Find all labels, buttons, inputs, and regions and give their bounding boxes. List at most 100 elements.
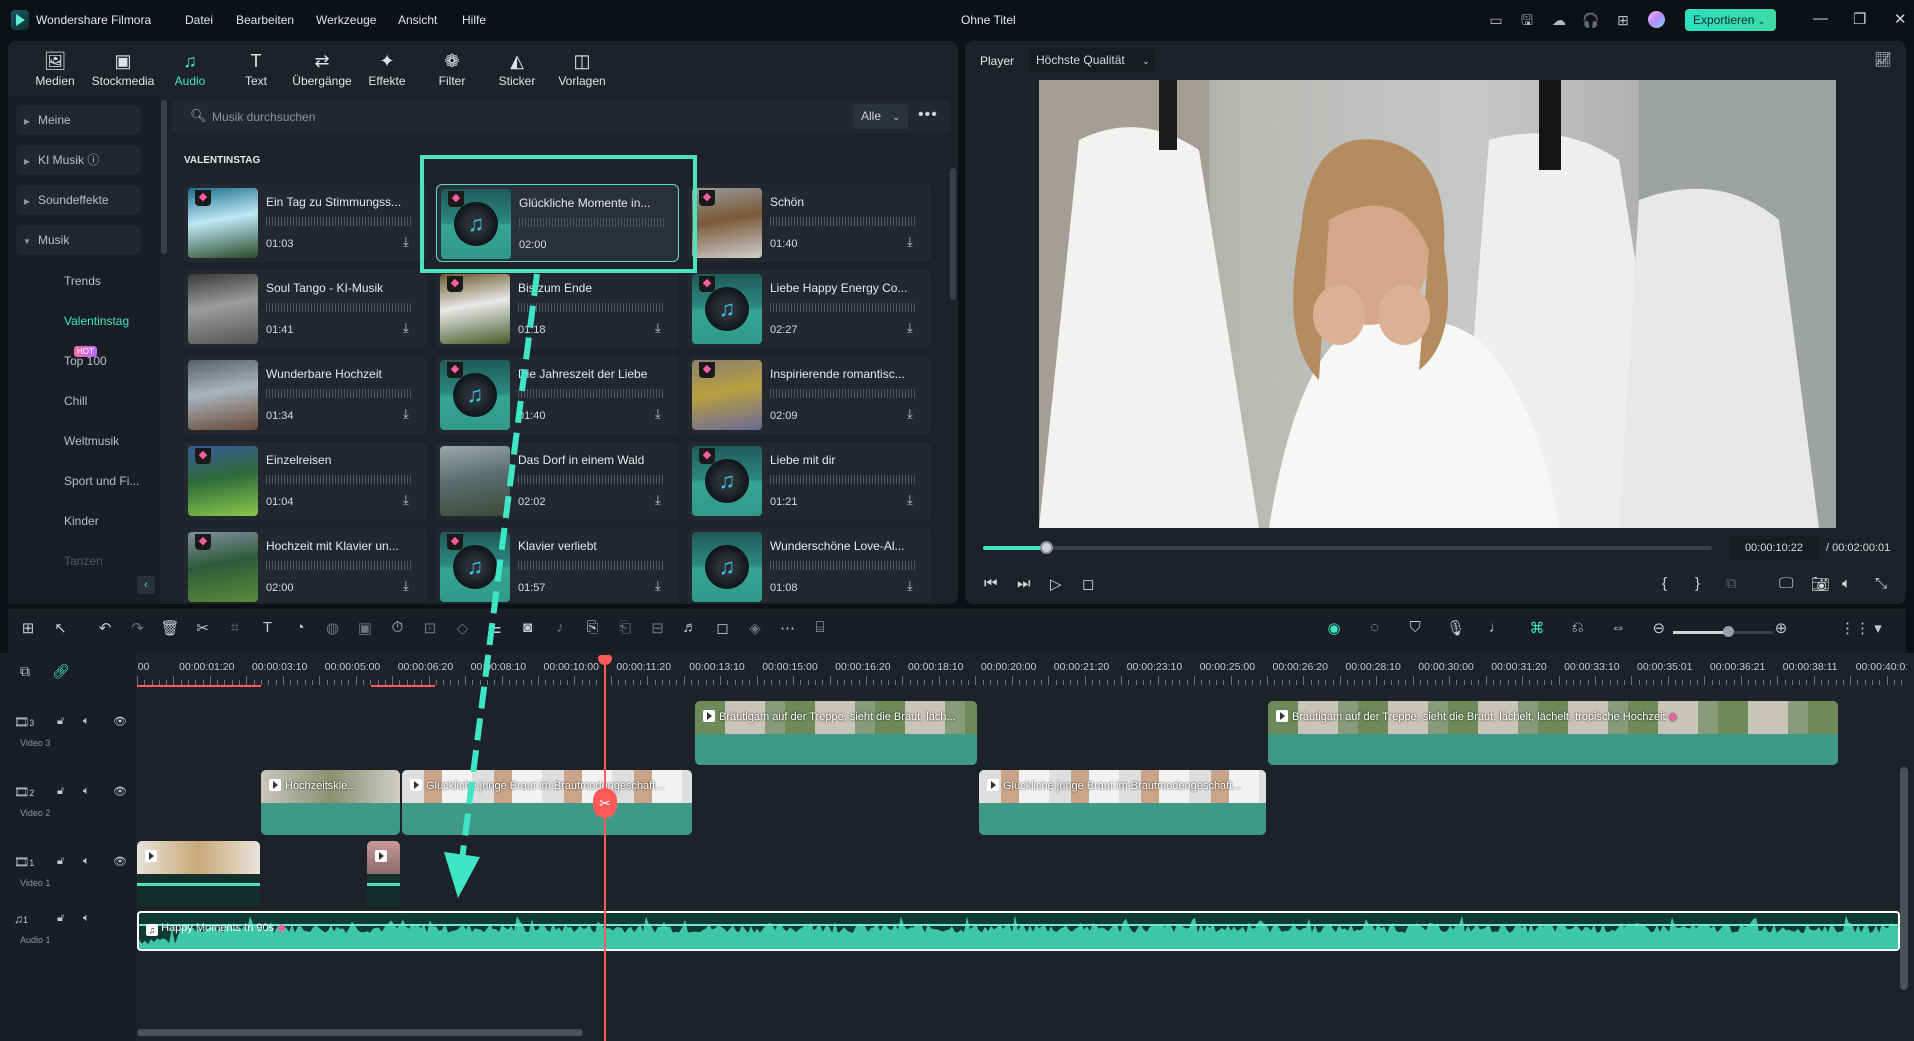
display-settings-icon[interactable]: 🖵︎ xyxy=(1779,575,1793,592)
delete-icon[interactable]: 🗑︎ xyxy=(159,619,181,637)
tab-filter[interactable]: ❁ Filter xyxy=(420,50,484,88)
sidebar-group-1[interactable]: ▶ KI Musik ⓘ xyxy=(16,145,141,175)
headset-icon[interactable]: 🎧 xyxy=(1582,11,1600,29)
menu-werkzeuge[interactable]: Werkzeuge xyxy=(316,13,376,27)
music-card[interactable]: ◆ Inspirierende romantisc... 02:09 ⤓ xyxy=(688,356,931,434)
music-card[interactable]: ◆ Ein Tag zu Stimmungss... 01:03 ⤓ xyxy=(184,184,427,262)
crop-icon[interactable]: ⌗ xyxy=(224,619,246,636)
sidebar-item-4[interactable]: Weltmusik xyxy=(16,426,141,456)
download-icon[interactable]: ⤓ xyxy=(403,406,409,422)
multi-select-icon[interactable]: ⊞ xyxy=(17,619,39,637)
beat-icon[interactable]: ♪ xyxy=(549,619,571,636)
eye-icon[interactable]: 👁︎ xyxy=(113,715,127,728)
music-card[interactable]: Das Dorf in einem Wald 02:02 ⤓ xyxy=(436,442,679,520)
stop-icon[interactable]: ◻ xyxy=(1082,575,1094,593)
music-card[interactable]: ◆ Schön 01:40 ⤓ xyxy=(688,184,931,262)
chevron-down-icon[interactable]: ▾ xyxy=(1867,619,1889,637)
download-icon[interactable]: ⤓ xyxy=(655,492,661,508)
audio-icon[interactable]: ◙ xyxy=(517,619,539,636)
sidebar-item-1[interactable]: ValentinstagHOT xyxy=(16,306,141,358)
download-icon[interactable]: ⤓ xyxy=(907,234,913,250)
music-card[interactable]: Soul Tango - KI-Musik 01:41 ⤓ xyxy=(184,270,427,348)
sidebar-item-6[interactable]: Kinder xyxy=(16,506,141,536)
download-icon[interactable]: ⤓ xyxy=(403,492,409,508)
tab-sticker[interactable]: ◭ Sticker xyxy=(485,50,549,88)
mark-in-icon[interactable]: { xyxy=(1662,575,1667,592)
download-icon[interactable]: ⤓ xyxy=(655,320,661,336)
avatar[interactable] xyxy=(1648,11,1665,28)
download-icon[interactable]: ⤓ xyxy=(907,492,913,508)
tab-medien[interactable]: 🖼︎ Medien xyxy=(23,50,87,88)
zoom-out-icon[interactable]: ⊖ xyxy=(1648,619,1670,637)
music-card[interactable]: ♫ ◆ Liebe Happy Energy Co... 02:27 ⤓ xyxy=(688,270,931,348)
cloud-upload-icon[interactable]: ☁ xyxy=(1550,11,1568,29)
download-icon[interactable]: ⤓ xyxy=(907,320,913,336)
color-icon[interactable]: ◍ xyxy=(322,619,344,637)
text-icon[interactable]: T xyxy=(257,619,279,636)
fit-icon[interactable]: ⇔ xyxy=(1607,619,1629,636)
download-icon[interactable]: ⤓ xyxy=(403,578,409,594)
more-options-icon[interactable]: ••• xyxy=(918,106,938,124)
fullscreen-icon[interactable]: ⤡ xyxy=(1875,575,1887,592)
music-card[interactable]: ◆ Hochzeit mit Klavier un... 02:00 ⤓ xyxy=(184,528,427,602)
sidebar-scrollbar[interactable] xyxy=(161,100,167,254)
smart-cutout-icon[interactable]: ◈ xyxy=(744,619,766,637)
audio-clip[interactable] xyxy=(137,911,1900,951)
time-ruler[interactable]: 00:00:00:00 00:00:01:20 00:00:03:10 00:00:0… xyxy=(137,655,1907,687)
music-card[interactable]: ♫ ◆ Klavier verliebt 01:57 ⤓ xyxy=(436,528,679,602)
freeze-icon[interactable]: ⊡ xyxy=(419,619,441,637)
audio-stretch-icon[interactable]: ♬ xyxy=(679,619,701,636)
more-tools-icon[interactable]: ⋯ xyxy=(777,619,799,637)
sidebar-group-2[interactable]: ▶ Soundeffekte xyxy=(16,185,141,215)
download-icon[interactable]: ⤓ xyxy=(907,406,913,422)
auto-ripple-icon[interactable]: ⎌ xyxy=(1567,619,1589,636)
lock-icon[interactable]: 🔓︎ xyxy=(57,715,64,728)
mute-icon[interactable]: 🔈︎ xyxy=(83,785,90,798)
sidebar-group-3[interactable]: ▼ Musik xyxy=(16,225,141,255)
insert-icon[interactable]: ⧉ xyxy=(1726,575,1737,592)
minimize-button[interactable]: — xyxy=(1813,10,1828,27)
timer-icon[interactable]: ⏱︎ xyxy=(387,619,409,636)
tab-stockmedia[interactable]: ▣ Stockmedia xyxy=(91,50,155,88)
export-button[interactable]: Exportieren ⌄ xyxy=(1685,9,1776,31)
eye-icon[interactable]: 👁︎ xyxy=(113,785,127,798)
cut-icon[interactable]: ✂ xyxy=(192,619,214,637)
play-icon[interactable]: ▷ xyxy=(1050,575,1062,593)
lock-icon[interactable]: 🔓︎ xyxy=(57,912,64,925)
ai-icon[interactable]: ⎗ xyxy=(614,619,636,636)
link-icon[interactable]: 🔗︎ xyxy=(52,663,70,680)
download-icon[interactable]: ⤓ xyxy=(907,578,913,594)
ai-mate-icon[interactable]: ◉ xyxy=(1323,619,1345,637)
speed-icon[interactable]: ◔ xyxy=(289,619,311,636)
pointer-icon[interactable]: ↖ xyxy=(50,619,72,637)
marker-icon[interactable]: ⛉ xyxy=(1404,619,1426,636)
apps-grid-icon[interactable]: ⊞ xyxy=(1614,11,1632,29)
adjust-icon[interactable]: ⚌ xyxy=(484,619,506,637)
layout-grid-icon[interactable]: ⋮⋮ xyxy=(1840,619,1870,637)
menu-bearbeiten[interactable]: Bearbeiten xyxy=(236,13,294,27)
sidebar-item-2[interactable]: Top 100 xyxy=(16,346,141,376)
music-card[interactable]: ◆ Einzelreisen 01:04 ⤓ xyxy=(184,442,427,520)
tab-effekte[interactable]: ✦ Effekte xyxy=(355,50,419,88)
render-preview-icon[interactable]: ◌ xyxy=(1364,619,1386,636)
crop-frame-icon[interactable]: ◻ xyxy=(712,619,734,637)
download-icon[interactable]: ⤓ xyxy=(403,234,409,250)
mark-out-icon[interactable]: } xyxy=(1695,575,1700,592)
download-icon[interactable]: ⤓ xyxy=(655,406,661,422)
tab-vorlagen[interactable]: ◫ Vorlagen xyxy=(550,50,614,88)
sidebar-item-0[interactable]: Trends xyxy=(16,266,141,296)
music-track-icon[interactable]: ♩ xyxy=(1485,619,1507,636)
video2-clip[interactable]: Glückliche junge Braut im Brautmodengesc… xyxy=(979,770,1266,835)
video2-clip[interactable]: Hochzeitskle... xyxy=(261,770,400,835)
mute-icon[interactable]: 🔈︎ xyxy=(83,855,90,868)
video2-clip[interactable]: Glückliche junge Braut im Brautmodengesc… xyxy=(402,770,692,835)
timeline-horizontal-scrollbar[interactable] xyxy=(137,1029,583,1036)
playhead[interactable] xyxy=(604,660,606,1041)
microphone-icon[interactable]: 🎙︎ xyxy=(1445,619,1467,637)
sidebar-group-0[interactable]: ▶ Meine xyxy=(16,105,141,135)
music-card[interactable]: ♫ ◆ Glückliche Momente in... 02:00 xyxy=(436,184,679,262)
lock-icon[interactable]: 🔓︎ xyxy=(57,785,64,798)
next-frame-icon[interactable]: ⏭︎ xyxy=(1017,575,1031,592)
sidebar-item-5[interactable]: Sport und Fi... xyxy=(16,466,141,496)
music-card[interactable]: ♫ Wunderschöne Love-Al... 01:08 ⤓ xyxy=(688,528,931,602)
